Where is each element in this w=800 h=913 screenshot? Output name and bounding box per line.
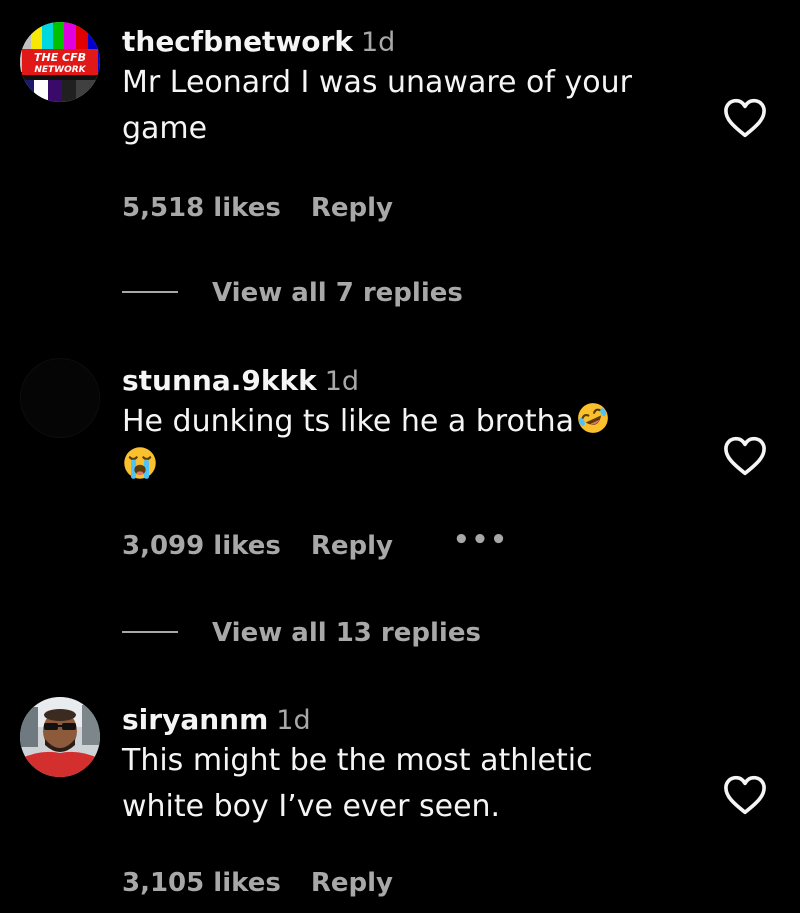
like-count[interactable]: 3,105 likes [122,868,281,898]
comment-username[interactable]: stunna.9kkk [122,364,317,397]
heart-icon[interactable] [723,775,767,815]
rolling-on-floor-laughing-emoji-icon [578,403,608,433]
avatar-logo-line2: NETWORK [34,65,86,75]
comment-timestamp: 1d [360,27,396,58]
avatar[interactable] [20,697,100,777]
comment-username[interactable]: thecfbnetwork [122,25,353,58]
comment-text: This might be the most athletic white bo… [122,738,702,830]
user-photo [20,697,100,777]
comment-text: Mr Leonard I was unaware of your game [122,60,702,152]
comment-text-line: This might be the most athletic [122,743,593,778]
comment-actions: 3,099 likes Reply ••• [122,525,509,566]
comment-text: He dunking ts like he a brotha [122,399,702,491]
divider-line [122,290,178,293]
comment-text-line: Mr Leonard I was unaware of your [122,65,632,100]
comment-timestamp: 1d [276,705,311,736]
like-count[interactable]: 3,099 likes [122,531,281,561]
heart-icon[interactable] [723,436,767,476]
comment-actions: 3,105 likes Reply [122,863,393,903]
divider-line [122,630,178,633]
more-options-icon[interactable]: ••• [453,520,509,560]
reply-button[interactable]: Reply [311,868,393,898]
view-replies-label: View all 13 replies [212,618,481,648]
reply-button[interactable]: Reply [311,531,393,561]
view-replies-label: View all 7 replies [212,278,463,308]
view-replies-button[interactable]: View all 7 replies [122,273,463,313]
comment-text-line: game [122,111,208,146]
comment-text-line: white boy I’ve ever seen. [122,789,501,824]
reply-button[interactable]: Reply [311,193,393,223]
comment-actions: 5,518 likes Reply [122,188,393,228]
avatar[interactable]: THE CFB NETWORK [20,22,100,102]
comment-text-line: He dunking ts like he a brotha [122,404,574,439]
avatar[interactable] [20,358,100,438]
loudly-crying-face-emoji-icon [124,447,156,479]
avatar-logo-line1: THE CFB [34,51,86,64]
comment-timestamp: 1d [324,366,360,397]
heart-icon[interactable] [723,98,767,138]
cfb-network-logo: THE CFB NETWORK [20,22,100,102]
like-count[interactable]: 5,518 likes [122,193,281,223]
view-replies-button[interactable]: View all 13 replies [122,613,481,653]
comment-username[interactable]: siryannm [122,703,268,736]
